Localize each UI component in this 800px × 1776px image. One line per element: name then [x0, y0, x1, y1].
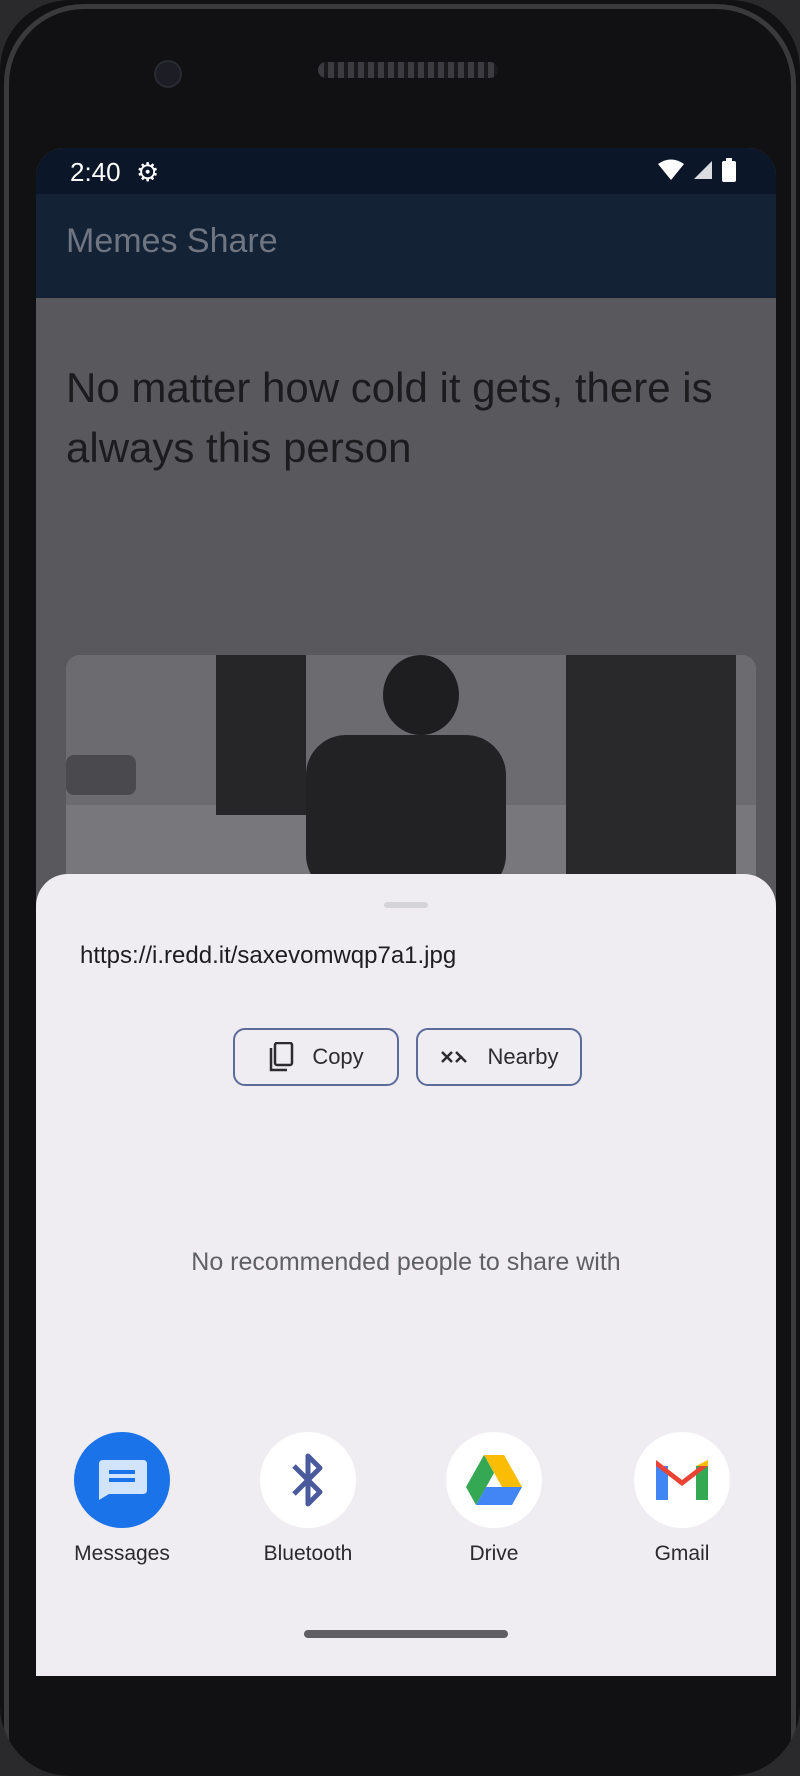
- share-targets: Messages Bluetooth Drive Gmail: [36, 1432, 776, 1572]
- phone-frame: 2:40 ⚙ Memes Share No matter how cold it…: [0, 0, 800, 1776]
- copy-button[interactable]: Copy: [233, 1028, 399, 1086]
- share-target-drive[interactable]: Drive: [414, 1432, 574, 1566]
- nearby-icon: [440, 1051, 467, 1063]
- messages-icon: [74, 1432, 170, 1528]
- meme-image: [66, 655, 756, 895]
- meme-photo: [66, 655, 756, 895]
- wifi-icon: [658, 159, 684, 180]
- share-target-gmail[interactable]: Gmail: [602, 1432, 762, 1566]
- drive-icon: [446, 1432, 542, 1528]
- sheet-drag-handle[interactable]: [384, 902, 428, 908]
- app-bar: Memes Share: [36, 194, 776, 298]
- share-url: https://i.redd.it/saxevomwqp7a1.jpg: [80, 942, 457, 969]
- share-target-label: Drive: [469, 1542, 519, 1565]
- battery-icon: [722, 158, 736, 182]
- nearby-label: Nearby: [487, 1044, 559, 1069]
- signal-icon: [694, 161, 712, 179]
- app-title: Memes Share: [66, 222, 278, 260]
- status-time: 2:40: [70, 157, 121, 187]
- gmail-icon: [634, 1432, 730, 1528]
- share-sheet: https://i.redd.it/saxevomwqp7a1.jpg Copy…: [36, 874, 776, 1676]
- share-target-label: Bluetooth: [263, 1542, 353, 1565]
- status-icons: [658, 158, 736, 182]
- share-target-label: Messages: [74, 1542, 170, 1565]
- nearby-button[interactable]: Nearby: [416, 1028, 582, 1086]
- share-target-messages[interactable]: Messages: [42, 1432, 202, 1566]
- settings-gear-icon: ⚙: [136, 157, 160, 187]
- share-target-bluetooth[interactable]: Bluetooth: [228, 1432, 388, 1566]
- share-target-label: Gmail: [654, 1542, 710, 1565]
- copy-label: Copy: [312, 1044, 364, 1069]
- status-bar: 2:40 ⚙: [36, 148, 776, 194]
- bluetooth-icon: [260, 1432, 356, 1528]
- gesture-nav-handle[interactable]: [304, 1630, 508, 1638]
- front-camera: [154, 60, 182, 88]
- earpiece-speaker: [318, 62, 498, 78]
- screen: 2:40 ⚙ Memes Share No matter how cold it…: [36, 148, 776, 1676]
- no-recommended-people-text: No recommended people to share with: [191, 1248, 621, 1276]
- copy-icon: [270, 1042, 294, 1072]
- meme-title: No matter how cold it gets, there is alw…: [66, 364, 713, 471]
